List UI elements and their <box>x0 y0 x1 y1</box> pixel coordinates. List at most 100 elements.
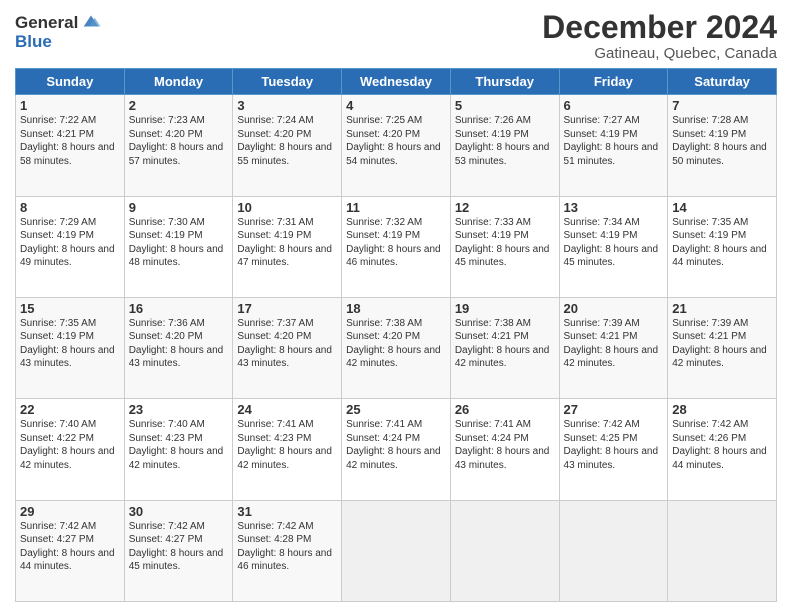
table-cell: 13Sunrise: 7:34 AMSunset: 4:19 PMDayligh… <box>559 196 668 297</box>
table-cell: 27Sunrise: 7:42 AMSunset: 4:25 PMDayligh… <box>559 399 668 500</box>
day-number: 31 <box>237 504 337 519</box>
day-info: Sunrise: 7:23 AMSunset: 4:20 PMDaylight:… <box>129 114 229 168</box>
table-cell: 10Sunrise: 7:31 AMSunset: 4:19 PMDayligh… <box>233 196 342 297</box>
day-number: 6 <box>564 98 664 113</box>
day-number: 21 <box>672 301 772 316</box>
table-cell: 2Sunrise: 7:23 AMSunset: 4:20 PMDaylight… <box>124 95 233 196</box>
day-info: Sunrise: 7:35 AMSunset: 4:19 PMDaylight:… <box>20 317 120 371</box>
day-info: Sunrise: 7:31 AMSunset: 4:19 PMDaylight:… <box>237 216 337 270</box>
day-number: 24 <box>237 402 337 417</box>
day-info: Sunrise: 7:41 AMSunset: 4:24 PMDaylight:… <box>346 418 446 472</box>
col-saturday: Saturday <box>668 69 777 95</box>
day-number: 3 <box>237 98 337 113</box>
day-info: Sunrise: 7:25 AMSunset: 4:20 PMDaylight:… <box>346 114 446 168</box>
day-number: 2 <box>129 98 229 113</box>
logo-icon <box>80 10 102 32</box>
table-cell <box>342 500 451 601</box>
day-number: 29 <box>20 504 120 519</box>
table-row: 22Sunrise: 7:40 AMSunset: 4:22 PMDayligh… <box>16 399 777 500</box>
col-friday: Friday <box>559 69 668 95</box>
table-row: 1Sunrise: 7:22 AMSunset: 4:21 PMDaylight… <box>16 95 777 196</box>
col-monday: Monday <box>124 69 233 95</box>
main-title: December 2024 <box>542 10 777 45</box>
day-number: 18 <box>346 301 446 316</box>
table-cell: 12Sunrise: 7:33 AMSunset: 4:19 PMDayligh… <box>450 196 559 297</box>
table-cell: 11Sunrise: 7:32 AMSunset: 4:19 PMDayligh… <box>342 196 451 297</box>
table-cell: 19Sunrise: 7:38 AMSunset: 4:21 PMDayligh… <box>450 297 559 398</box>
day-info: Sunrise: 7:26 AMSunset: 4:19 PMDaylight:… <box>455 114 555 168</box>
day-info: Sunrise: 7:40 AMSunset: 4:22 PMDaylight:… <box>20 418 120 472</box>
table-cell <box>450 500 559 601</box>
day-info: Sunrise: 7:29 AMSunset: 4:19 PMDaylight:… <box>20 216 120 270</box>
table-cell: 20Sunrise: 7:39 AMSunset: 4:21 PMDayligh… <box>559 297 668 398</box>
table-cell: 25Sunrise: 7:41 AMSunset: 4:24 PMDayligh… <box>342 399 451 500</box>
day-number: 26 <box>455 402 555 417</box>
table-cell: 5Sunrise: 7:26 AMSunset: 4:19 PMDaylight… <box>450 95 559 196</box>
day-info: Sunrise: 7:28 AMSunset: 4:19 PMDaylight:… <box>672 114 772 168</box>
table-cell: 6Sunrise: 7:27 AMSunset: 4:19 PMDaylight… <box>559 95 668 196</box>
day-number: 13 <box>564 200 664 215</box>
day-number: 8 <box>20 200 120 215</box>
day-number: 19 <box>455 301 555 316</box>
day-info: Sunrise: 7:33 AMSunset: 4:19 PMDaylight:… <box>455 216 555 270</box>
table-cell: 23Sunrise: 7:40 AMSunset: 4:23 PMDayligh… <box>124 399 233 500</box>
table-cell: 1Sunrise: 7:22 AMSunset: 4:21 PMDaylight… <box>16 95 125 196</box>
day-info: Sunrise: 7:38 AMSunset: 4:20 PMDaylight:… <box>346 317 446 371</box>
table-cell: 30Sunrise: 7:42 AMSunset: 4:27 PMDayligh… <box>124 500 233 601</box>
day-number: 16 <box>129 301 229 316</box>
table-cell: 16Sunrise: 7:36 AMSunset: 4:20 PMDayligh… <box>124 297 233 398</box>
logo-text: General Blue <box>15 14 102 51</box>
table-row: 8Sunrise: 7:29 AMSunset: 4:19 PMDaylight… <box>16 196 777 297</box>
day-info: Sunrise: 7:37 AMSunset: 4:20 PMDaylight:… <box>237 317 337 371</box>
day-info: Sunrise: 7:22 AMSunset: 4:21 PMDaylight:… <box>20 114 120 168</box>
table-cell: 17Sunrise: 7:37 AMSunset: 4:20 PMDayligh… <box>233 297 342 398</box>
day-number: 4 <box>346 98 446 113</box>
table-row: 15Sunrise: 7:35 AMSunset: 4:19 PMDayligh… <box>16 297 777 398</box>
day-info: Sunrise: 7:39 AMSunset: 4:21 PMDaylight:… <box>564 317 664 371</box>
day-number: 5 <box>455 98 555 113</box>
day-number: 25 <box>346 402 446 417</box>
day-number: 23 <box>129 402 229 417</box>
day-info: Sunrise: 7:27 AMSunset: 4:19 PMDaylight:… <box>564 114 664 168</box>
col-tuesday: Tuesday <box>233 69 342 95</box>
table-cell: 15Sunrise: 7:35 AMSunset: 4:19 PMDayligh… <box>16 297 125 398</box>
day-info: Sunrise: 7:34 AMSunset: 4:19 PMDaylight:… <box>564 216 664 270</box>
calendar-header: Sunday Monday Tuesday Wednesday Thursday… <box>16 69 777 95</box>
day-number: 11 <box>346 200 446 215</box>
day-number: 27 <box>564 402 664 417</box>
calendar-body: 1Sunrise: 7:22 AMSunset: 4:21 PMDaylight… <box>16 95 777 602</box>
table-cell: 21Sunrise: 7:39 AMSunset: 4:21 PMDayligh… <box>668 297 777 398</box>
logo-blue: Blue <box>15 33 102 52</box>
header-row: Sunday Monday Tuesday Wednesday Thursday… <box>16 69 777 95</box>
logo: General Blue <box>15 14 102 51</box>
table-cell: 18Sunrise: 7:38 AMSunset: 4:20 PMDayligh… <box>342 297 451 398</box>
table-cell <box>559 500 668 601</box>
day-number: 14 <box>672 200 772 215</box>
calendar: Sunday Monday Tuesday Wednesday Thursday… <box>15 68 777 602</box>
table-cell: 14Sunrise: 7:35 AMSunset: 4:19 PMDayligh… <box>668 196 777 297</box>
day-number: 7 <box>672 98 772 113</box>
table-cell: 9Sunrise: 7:30 AMSunset: 4:19 PMDaylight… <box>124 196 233 297</box>
day-info: Sunrise: 7:32 AMSunset: 4:19 PMDaylight:… <box>346 216 446 270</box>
table-cell: 24Sunrise: 7:41 AMSunset: 4:23 PMDayligh… <box>233 399 342 500</box>
table-cell: 26Sunrise: 7:41 AMSunset: 4:24 PMDayligh… <box>450 399 559 500</box>
table-cell: 22Sunrise: 7:40 AMSunset: 4:22 PMDayligh… <box>16 399 125 500</box>
col-sunday: Sunday <box>16 69 125 95</box>
day-info: Sunrise: 7:39 AMSunset: 4:21 PMDaylight:… <box>672 317 772 371</box>
day-info: Sunrise: 7:30 AMSunset: 4:19 PMDaylight:… <box>129 216 229 270</box>
table-cell: 8Sunrise: 7:29 AMSunset: 4:19 PMDaylight… <box>16 196 125 297</box>
table-cell <box>668 500 777 601</box>
day-info: Sunrise: 7:41 AMSunset: 4:24 PMDaylight:… <box>455 418 555 472</box>
page: General Blue December 2024 Gatineau, Que… <box>0 0 792 612</box>
day-info: Sunrise: 7:42 AMSunset: 4:26 PMDaylight:… <box>672 418 772 472</box>
day-info: Sunrise: 7:36 AMSunset: 4:20 PMDaylight:… <box>129 317 229 371</box>
day-number: 17 <box>237 301 337 316</box>
day-info: Sunrise: 7:42 AMSunset: 4:28 PMDaylight:… <box>237 520 337 574</box>
day-number: 20 <box>564 301 664 316</box>
day-info: Sunrise: 7:24 AMSunset: 4:20 PMDaylight:… <box>237 114 337 168</box>
logo-general: General <box>15 14 78 33</box>
day-info: Sunrise: 7:35 AMSunset: 4:19 PMDaylight:… <box>672 216 772 270</box>
title-block: December 2024 Gatineau, Quebec, Canada <box>542 10 777 62</box>
table-cell: 28Sunrise: 7:42 AMSunset: 4:26 PMDayligh… <box>668 399 777 500</box>
day-number: 9 <box>129 200 229 215</box>
